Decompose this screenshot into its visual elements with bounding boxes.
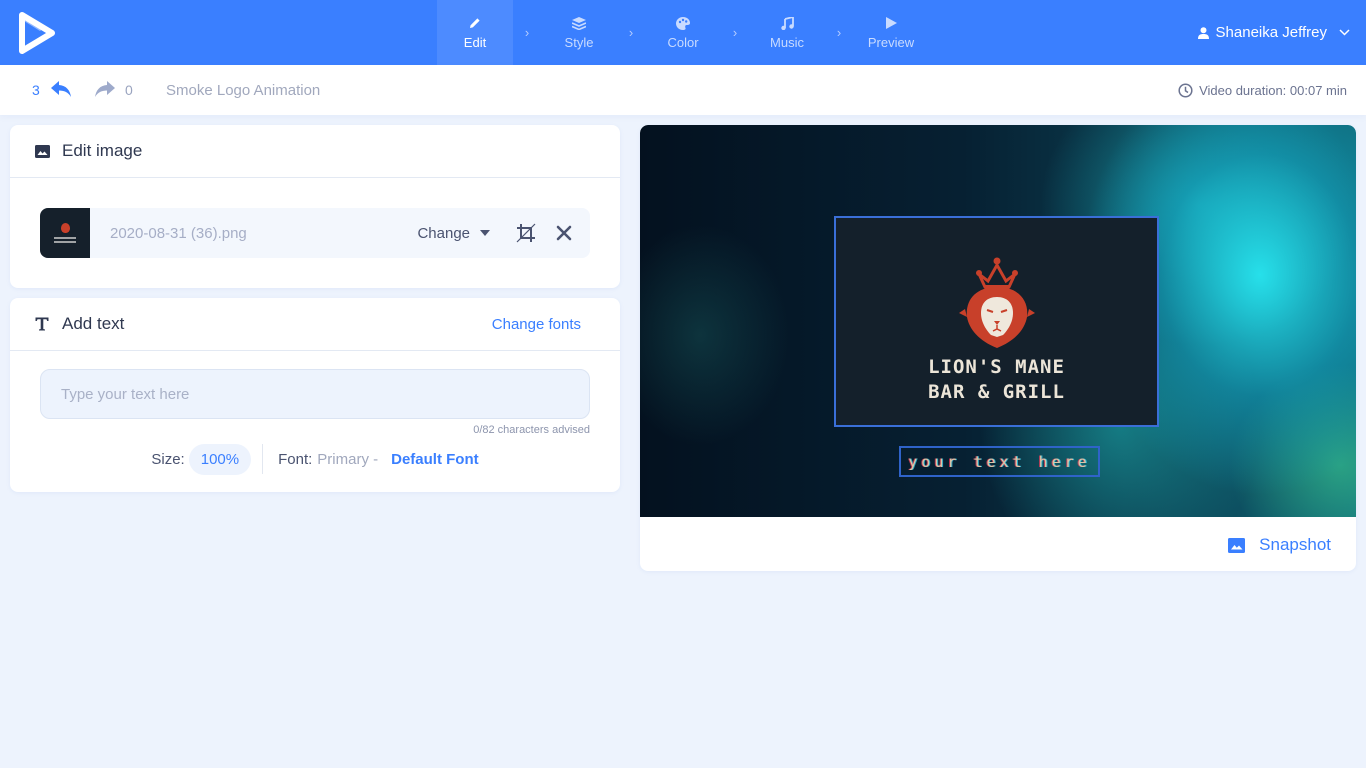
step-label: Music — [770, 35, 804, 50]
change-fonts-link[interactable]: Change fonts — [492, 316, 581, 333]
chevron-down-icon — [1339, 29, 1350, 36]
text-input[interactable] — [40, 369, 590, 419]
divider — [262, 444, 264, 474]
clock-icon — [1178, 82, 1193, 98]
lion-logo-icon — [958, 257, 1035, 348]
edit-image-panel: Edit image 2020-08-31 (36).png Change — [10, 125, 620, 288]
image-icon — [34, 144, 50, 158]
video-preview-panel: LION'S MANE BAR & GRILL your text here S… — [640, 125, 1356, 571]
step-separator-icon: › — [836, 25, 842, 40]
step-separator-icon: › — [524, 25, 530, 40]
step-preview[interactable]: Preview — [853, 0, 929, 65]
step-edit[interactable]: Edit — [437, 0, 513, 65]
step-style[interactable]: Style — [541, 0, 617, 65]
music-note-icon — [780, 15, 794, 31]
snapshot-label: Snapshot — [1259, 535, 1331, 554]
edit-image-title: Edit image — [62, 141, 143, 160]
logo-placeholder-frame[interactable]: LION'S MANE BAR & GRILL — [834, 216, 1159, 427]
step-color[interactable]: Color — [645, 0, 721, 65]
font-primary-label: Primary - — [317, 450, 379, 468]
step-separator-icon: › — [732, 25, 738, 40]
caret-down-icon — [480, 230, 490, 236]
edit-image-header: Edit image — [10, 125, 620, 178]
app-logo-icon[interactable] — [18, 11, 56, 55]
step-label: Edit — [463, 35, 487, 50]
user-icon — [1197, 26, 1209, 39]
font-label: Font: — [278, 450, 313, 468]
add-text-header: Add text Change fonts — [10, 298, 620, 351]
text-format-icon — [34, 317, 50, 331]
text-placeholder-frame[interactable]: your text here — [899, 446, 1100, 477]
redo-count: 0 — [125, 82, 133, 98]
image-file-name: 2020-08-31 (36).png — [110, 224, 247, 242]
text-options-row: Size: 100% Font: Primary - Default Font — [10, 443, 620, 475]
step-label: Color — [667, 35, 699, 50]
layers-icon — [572, 15, 586, 31]
video-preview[interactable]: LION'S MANE BAR & GRILL your text here — [640, 125, 1356, 517]
wizard-steps: Edit › Style › Color › Music › Preview — [437, 0, 929, 65]
font-selector[interactable]: Default Font — [391, 451, 479, 468]
add-text-title: Add text — [62, 314, 125, 333]
step-separator-icon: › — [628, 25, 634, 40]
undo-icon[interactable] — [50, 80, 72, 103]
size-label: Size: — [151, 450, 185, 468]
step-label: Style — [564, 35, 594, 50]
palette-icon — [676, 15, 690, 31]
play-icon — [885, 15, 897, 31]
undo-count: 3 — [32, 82, 40, 98]
user-name: Shaneika Jeffrey — [1215, 24, 1327, 41]
preview-text: your text here — [908, 452, 1091, 471]
thumbnail-text-line — [54, 240, 76, 243]
image-file-row: 2020-08-31 (36).png Change — [40, 208, 590, 258]
video-duration: Video duration: 00:07 min — [1178, 83, 1347, 98]
image-icon — [1228, 537, 1246, 553]
image-thumbnail[interactable] — [40, 208, 90, 258]
logo-text-line-1: LION'S MANE — [928, 355, 1065, 378]
top-nav-bar: Edit › Style › Color › Music › Preview S… — [0, 0, 1366, 65]
project-toolbar: 3 0 Smoke Logo Animation Video duration:… — [0, 65, 1366, 115]
crop-icon[interactable] — [516, 223, 536, 243]
logo-text-line-2: BAR & GRILL — [928, 380, 1065, 403]
duration-text: Video duration: 00:07 min — [1199, 82, 1347, 98]
project-title[interactable]: Smoke Logo Animation — [166, 82, 320, 99]
redo-icon[interactable] — [94, 80, 116, 103]
step-label: Preview — [867, 35, 915, 50]
size-selector[interactable]: 100% — [188, 443, 252, 475]
change-label: Change — [417, 224, 470, 242]
step-music[interactable]: Music — [749, 0, 825, 65]
thumbnail-text-line — [54, 236, 76, 239]
pencil-icon — [469, 15, 481, 31]
lion-logo-icon — [60, 222, 70, 233]
close-icon[interactable] — [556, 225, 572, 241]
character-count-hint: 0/82 characters advised — [473, 424, 590, 436]
snapshot-button[interactable]: Snapshot — [1228, 535, 1331, 555]
change-image-button[interactable]: Change — [417, 225, 490, 242]
user-menu[interactable]: Shaneika Jeffrey — [1197, 0, 1350, 65]
add-text-panel: Add text Change fonts 0/82 characters ad… — [10, 298, 620, 492]
